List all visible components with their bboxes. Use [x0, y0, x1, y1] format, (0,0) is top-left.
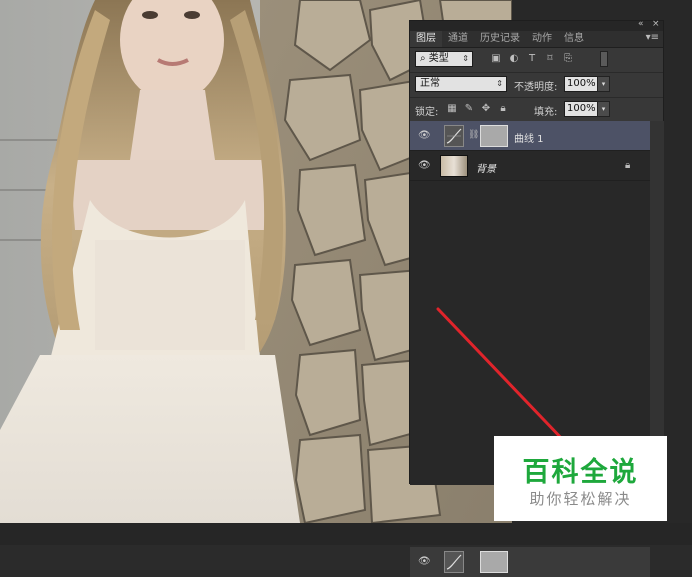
- type-filter-icon[interactable]: T: [526, 53, 538, 65]
- collapse-icon[interactable]: «: [638, 19, 644, 29]
- watermark-title: 百科全说: [522, 457, 639, 488]
- lock-row: 锁定: ▦ ✎ ✥ 🔒︎ 填充: 100% ▾: [410, 98, 663, 123]
- layer-name[interactable]: 背景: [476, 160, 496, 175]
- lock-paint-icon[interactable]: ✎: [463, 103, 475, 115]
- layers-list: 👁︎ ⛓︎ 曲线 1 👁︎ 背景 🔒︎ 👁︎: [410, 121, 650, 577]
- smart-object-filter-icon[interactable]: ⎘: [562, 53, 574, 65]
- opacity-field[interactable]: 100%: [564, 76, 600, 92]
- layers-scrollbar[interactable]: [650, 121, 664, 485]
- filter-kind-label: 类型: [428, 53, 449, 64]
- layer-thumbnail: [440, 155, 468, 177]
- filter-row: ⌕ 类型 ⇕ ▣ ◐ T ⌑ ⎘: [410, 48, 663, 73]
- layer-mask-thumbnail: [480, 551, 508, 573]
- panel-tabs: 图层 通道 历史记录 动作 信息 ▾≡: [410, 31, 663, 48]
- opacity-label: 不透明度:: [514, 82, 558, 93]
- blend-row: 正常 ⇕ 不透明度: 100% ▾: [410, 73, 663, 98]
- blend-mode-select[interactable]: 正常 ⇕: [415, 76, 507, 92]
- tab-channels[interactable]: 通道: [442, 31, 474, 47]
- filter-toggle[interactable]: [600, 51, 608, 67]
- layer-row-curves[interactable]: 👁︎ ⛓︎ 曲线 1: [410, 121, 650, 151]
- lock-icon: 🔒︎: [625, 160, 631, 171]
- lock-transparent-icon[interactable]: ▦: [446, 103, 458, 115]
- panel-menu-icon[interactable]: ▾≡: [646, 32, 659, 43]
- layer-row-background[interactable]: 👁︎ 背景 🔒︎: [410, 151, 650, 181]
- watermark-logo: 百科全说 助你轻松解决: [494, 436, 667, 521]
- lock-all-icon[interactable]: 🔒︎: [497, 103, 509, 115]
- lock-move-icon[interactable]: ✥: [480, 103, 492, 115]
- tab-layers[interactable]: 图层: [410, 31, 442, 47]
- opacity-dropdown-button[interactable]: ▾: [597, 76, 610, 92]
- search-icon: ⌕: [420, 53, 429, 64]
- lock-label: 锁定:: [415, 107, 439, 118]
- chevron-updown-icon: ⇕: [462, 54, 469, 63]
- layers-panel: « × 图层 通道 历史记录 动作 信息 ▾≡ ⌕ 类型 ⇕ ▣ ◐ T ⌑ ⎘…: [409, 19, 664, 577]
- tab-actions[interactable]: 动作: [526, 31, 558, 47]
- eye-icon: 👁︎: [418, 556, 431, 567]
- adjustment-filter-icon[interactable]: ◐: [508, 53, 520, 65]
- layer-mask-thumbnail[interactable]: [480, 125, 508, 147]
- eye-icon[interactable]: 👁︎: [418, 160, 431, 172]
- panel-titlebar: « ×: [410, 19, 663, 31]
- curves-adjustment-icon: [444, 125, 464, 147]
- tab-history[interactable]: 历史记录: [474, 31, 526, 47]
- image-filter-icon[interactable]: ▣: [490, 53, 502, 65]
- chevron-updown-icon: ⇕: [496, 79, 503, 88]
- fill-label: 填充:: [534, 107, 558, 118]
- watermark-subtitle: 助你轻松解决: [529, 490, 632, 508]
- blend-mode-value: 正常: [420, 78, 440, 89]
- filter-kind-select[interactable]: ⌕ 类型 ⇕: [415, 51, 473, 67]
- eye-icon[interactable]: 👁︎: [418, 130, 431, 142]
- status-bar: [0, 523, 692, 545]
- layer-drag-preview: 👁︎: [410, 547, 650, 577]
- close-icon[interactable]: ×: [652, 19, 660, 29]
- shape-filter-icon[interactable]: ⌑: [544, 53, 556, 65]
- layer-name[interactable]: 曲线 1: [514, 130, 544, 145]
- tab-info[interactable]: 信息: [558, 31, 590, 47]
- link-icon[interactable]: ⛓︎: [468, 130, 479, 140]
- fill-field[interactable]: 100%: [564, 101, 600, 117]
- curves-adjustment-icon: [444, 551, 464, 573]
- fill-dropdown-button[interactable]: ▾: [597, 101, 610, 117]
